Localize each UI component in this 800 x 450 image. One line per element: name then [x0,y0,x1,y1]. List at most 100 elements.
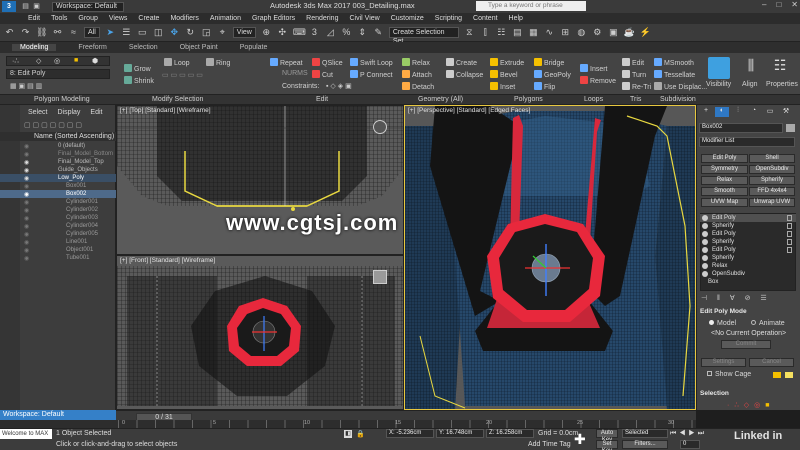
grow-button[interactable]: Grow [124,64,151,73]
explorer-row[interactable]: ◉ Cylinder003 [0,214,116,222]
menu-civil-view[interactable]: Civil View [349,15,379,22]
explorer-select-menu[interactable]: Select [28,109,47,116]
rotate-icon[interactable]: ↻ [185,27,196,38]
create-button[interactable]: Create [446,58,477,67]
stack-item[interactable]: Spherify [700,222,796,230]
uvw-map-button[interactable]: UVW Map [701,198,748,207]
visibility-button[interactable]: Visibility [706,81,731,88]
tab-freeform[interactable]: Freeform [78,44,106,51]
smooth-button[interactable]: Smooth [701,187,748,196]
stack-toggle-icon[interactable] [787,231,792,237]
stack-bulb-icon[interactable] [702,263,708,269]
pivot-icon[interactable]: ⊕ [261,27,272,38]
stack-tools-icons[interactable]: ⊣ ‖ ∀ ⊘ ☰ [701,294,795,303]
redo-icon[interactable]: ↷ [20,27,31,38]
menu-views[interactable]: Views [109,15,128,22]
edit-named-sets-icon[interactable]: ✎ [373,27,384,38]
quick-save-icon[interactable]: ▣ [31,1,42,12]
render-setup-icon[interactable]: ⚙ [592,27,603,38]
explorer-row[interactable]: ◉ Cylinder002 [0,206,116,214]
schematic-view-icon[interactable]: ⊞ [560,27,571,38]
manipulate-icon[interactable]: ✣ [277,27,288,38]
explorer-row[interactable]: ◉ Object001 [0,246,116,254]
stack-item[interactable]: OpenSubdiv [700,270,796,278]
eye-icon[interactable]: ◉ [24,255,30,262]
group-geometry-all[interactable]: Geometry (All) [418,96,463,103]
tessellate-button[interactable]: Tessellate [654,70,695,79]
viewport-perspective-label[interactable]: [+] [Perspective] [Standard] [Edged Face… [408,107,530,114]
insert-loop-button[interactable]: Insert [580,64,608,73]
eye-icon[interactable]: ◉ [24,231,30,238]
modifier-list-dropdown[interactable]: Modifier List [699,137,795,147]
selection-filter-dropdown[interactable]: All [84,27,100,38]
tab-modeling[interactable]: Modeling [12,44,57,51]
tab-populate[interactable]: Populate [240,44,268,51]
set-key-button[interactable]: Set Key [596,440,618,450]
scene-explorer-icon[interactable]: ▤ [512,27,523,38]
angle-snap-icon[interactable]: ◿ [325,27,336,38]
msmooth-button[interactable]: MSmooth [654,58,694,67]
repeat-button[interactable]: Repeat [270,58,303,67]
polygon-icon[interactable]: ■ [74,57,78,64]
reference-coord-dropdown[interactable]: View [232,27,256,38]
group-polygon-modeling[interactable]: Polygon Modeling [34,96,90,103]
model-radio[interactable]: Model [709,320,749,328]
bind-spacewarp-icon[interactable]: ≈ [68,27,79,38]
cancel-button[interactable]: Cancel [749,358,794,367]
nurms-button[interactable]: NURMS [282,70,308,77]
unwrap-uvw-button[interactable]: Unwrap UVW [749,198,795,207]
layer-explorer-icon[interactable]: ☷ [496,27,507,38]
move-icon[interactable]: ✥ [169,27,180,38]
explorer-row[interactable]: ◉ Line001 [0,238,116,246]
key-filter-dropdown[interactable]: Selected [622,429,668,438]
stack-item[interactable]: Spherify [700,254,796,262]
symmetry-button[interactable]: Symmetry [701,165,748,174]
eye-icon[interactable]: ◉ [24,223,30,230]
rendered-frame-icon[interactable]: ▣ [608,27,619,38]
eye-icon[interactable]: ◉ [24,183,30,190]
commit-button[interactable]: Commit [721,340,771,349]
menu-tools[interactable]: Tools [51,15,67,22]
edit-poly-mode-section[interactable]: Edit Poly Mode [700,308,796,315]
x-coordinate-field[interactable]: X: -5.236cm [386,429,434,438]
mirror-icon[interactable]: ⧖ [464,27,475,38]
spinner-snap-icon[interactable]: ⇕ [357,27,368,38]
eye-icon[interactable]: ◉ [24,199,30,206]
align-button[interactable]: Align [742,81,758,88]
explorer-row[interactable]: ◉ Cylinder001 [0,198,116,206]
relax-button[interactable]: Relax [402,58,430,67]
selection-section[interactable]: Selection [700,390,796,397]
material-editor-icon[interactable]: ◍ [576,27,587,38]
undo-icon[interactable]: ↶ [4,27,15,38]
qslice-button[interactable]: QSlice [312,58,343,67]
eye-icon[interactable]: ◉ [24,207,30,214]
eye-icon[interactable]: ◉ [24,175,30,182]
viewcube-top[interactable] [373,120,387,134]
y-coordinate-field[interactable]: Y: 16.748cm [436,429,484,438]
remove-loop-button[interactable]: Remove [580,76,616,85]
stack-bulb-icon[interactable] [702,231,708,237]
track-bar[interactable]: 0 5 10 15 20 25 30 [0,420,696,428]
named-selection-sets-dropdown[interactable]: Create Selection Set [388,27,459,45]
loop-button[interactable]: Loop [164,58,190,67]
motion-tab-icon[interactable]: ◔ [747,107,761,117]
show-cage-checkbox[interactable]: Show Cage [707,371,767,379]
stack-toggle-icon[interactable] [787,215,792,221]
isolate-icon[interactable]: ◧ [344,430,352,438]
eye-icon[interactable]: ◉ [24,191,30,198]
extrude-button[interactable]: Extrude [490,58,524,67]
pconnect-button[interactable]: P Connect [350,70,393,79]
stack-bulb-icon[interactable] [702,223,708,229]
select-by-name-icon[interactable]: ☰ [121,27,132,38]
curve-editor-icon[interactable]: ∿ [544,27,555,38]
stack-bulb-icon[interactable] [702,247,708,253]
group-polygons[interactable]: Polygons [514,96,543,103]
menu-create[interactable]: Create [138,15,159,22]
render-icon[interactable]: ☕ [624,27,635,38]
menu-group[interactable]: Group [78,15,97,22]
current-frame-field[interactable]: 0 [680,440,700,449]
align-icon-large[interactable]: ⫼ [742,57,760,79]
unlink-icon[interactable]: ⚯ [52,27,63,38]
spherify-button[interactable]: Spherify [749,176,795,185]
explorer-row[interactable]: ◉ Tube001 [0,254,116,262]
